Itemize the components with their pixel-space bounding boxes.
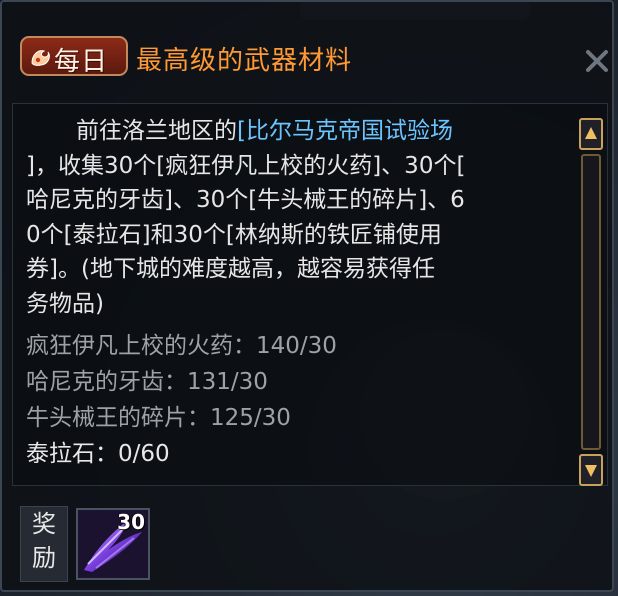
description-scrollbar[interactable]: [579, 118, 603, 486]
scroll-up-button[interactable]: [579, 118, 603, 150]
description-line: 务物品): [26, 290, 104, 317]
progress-count: 131/30: [187, 369, 268, 395]
description-line: ]，收集30个[疯狂伊凡上校的火药]、30个[: [26, 152, 466, 179]
description-line: 哈尼克的牙齿]、30个[牛头械王的碎片]、6: [26, 187, 465, 213]
arrow-up-icon: [585, 127, 597, 139]
arrow-down-icon: [585, 465, 597, 477]
reward-label: 奖 励: [20, 506, 68, 582]
reward-label-char: 奖: [32, 510, 56, 538]
daily-badge: 每日: [20, 36, 128, 77]
location-link[interactable]: [比尔马克帝国试验场: [237, 118, 453, 144]
progress-count: 0/60: [118, 441, 170, 467]
description-line: 券]。(地下城的难度越高，越容易获得任: [26, 256, 435, 282]
progress-item-name: 牛头械王的碎片: [26, 405, 187, 431]
description-text: 前往洛兰地区的: [76, 118, 237, 144]
reward-item-slot[interactable]: 30: [76, 508, 150, 580]
progress-row: 泰拉石：0/60: [26, 441, 170, 467]
progress-item-name: 泰拉石: [26, 441, 95, 467]
progress-item-name: 哈尼克的牙齿: [26, 369, 164, 395]
close-icon[interactable]: [584, 48, 610, 74]
reward-count: 30: [117, 510, 145, 534]
progress-count: 125/30: [210, 405, 291, 431]
quest-description: 前往洛兰地区的[比尔马克帝国试验场 ]，收集30个[疯狂伊凡上校的火药]、30个…: [26, 114, 586, 321]
scroll-track[interactable]: [581, 154, 601, 450]
description-line: 0个[泰拉石]和30个[林纳斯的铁匠铺使用: [26, 221, 442, 248]
quest-progress-list: 疯狂伊凡上校的火药：140/30 哈尼克的牙齿：131/30 牛头械王的碎片：1…: [26, 328, 566, 472]
description-line: 前往洛兰地区的[比尔马克帝国试验场: [26, 114, 586, 149]
progress-row: 哈尼克的牙齿：131/30: [26, 369, 268, 395]
quest-title: 最高级的武器材料: [136, 46, 353, 76]
quest-header: 每日 最高级的武器材料: [0, 14, 614, 77]
scroll-down-button[interactable]: [579, 454, 603, 486]
reward-section: 奖 励 30: [12, 500, 608, 584]
progress-row: 疯狂伊凡上校的火药：140/30: [26, 333, 337, 359]
daily-badge-label: 每日: [54, 47, 109, 77]
progress-count: 140/30: [256, 333, 337, 359]
progress-row: 牛头械王的碎片：125/30: [26, 405, 291, 431]
daily-flame-icon: [31, 50, 50, 66]
progress-item-name: 疯狂伊凡上校的火药: [26, 333, 233, 359]
reward-label-char: 励: [32, 544, 56, 572]
